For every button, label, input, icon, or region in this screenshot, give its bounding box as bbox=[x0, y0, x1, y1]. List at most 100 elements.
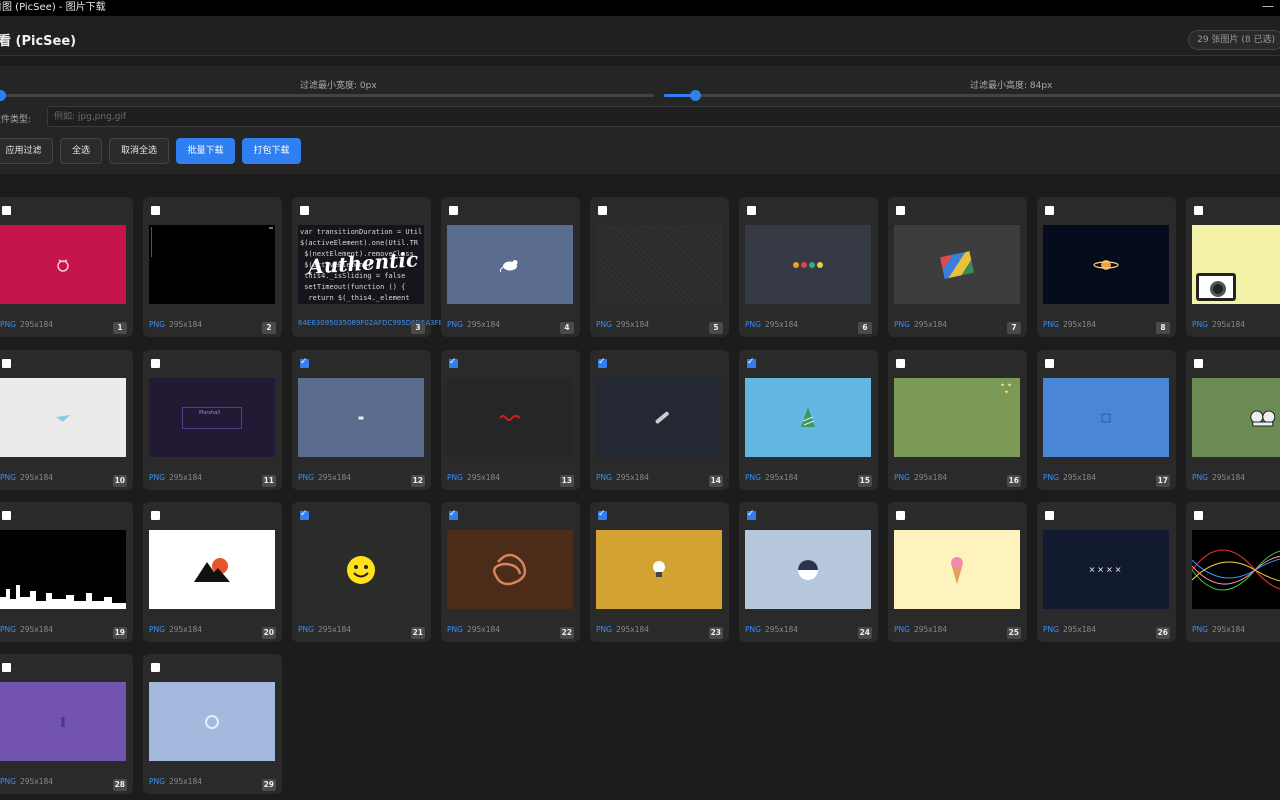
select-checkbox[interactable] bbox=[747, 509, 756, 520]
image-thumbnail[interactable] bbox=[894, 530, 1020, 609]
image-thumbnail[interactable] bbox=[596, 530, 722, 609]
select-checkbox[interactable] bbox=[1045, 359, 1054, 368]
select-checkbox[interactable] bbox=[151, 206, 160, 215]
image-thumbnail[interactable] bbox=[447, 378, 573, 457]
image-card[interactable]: PNG295x184 24 bbox=[739, 502, 878, 642]
select-checkbox[interactable] bbox=[2, 359, 11, 368]
image-thumbnail[interactable] bbox=[1192, 378, 1280, 457]
image-thumbnail[interactable] bbox=[0, 530, 126, 609]
image-card[interactable]: PNG295x184 15 bbox=[739, 350, 878, 490]
image-thumbnail[interactable] bbox=[745, 378, 871, 457]
select-checkbox[interactable] bbox=[151, 663, 160, 672]
apply-filter-button[interactable]: 应用过滤 bbox=[0, 138, 53, 164]
min-width-slider-thumb[interactable] bbox=[0, 90, 6, 101]
image-thumbnail[interactable] bbox=[0, 225, 126, 304]
deselect-all-button[interactable]: 取消全选 bbox=[109, 138, 169, 164]
image-thumbnail[interactable] bbox=[894, 225, 1020, 304]
select-checkbox[interactable] bbox=[896, 206, 905, 215]
select-checkbox[interactable] bbox=[2, 511, 11, 520]
image-card[interactable]: PNG 295x184 5 bbox=[590, 197, 729, 337]
min-width-slider[interactable] bbox=[0, 90, 654, 101]
select-checkbox[interactable] bbox=[598, 206, 607, 215]
image-thumbnail[interactable] bbox=[596, 378, 722, 457]
image-card[interactable]: ✦ ✦ ✦ PNG 295x184 16 bbox=[888, 350, 1027, 490]
image-thumbnail[interactable] bbox=[1043, 378, 1169, 457]
select-checkbox[interactable] bbox=[896, 359, 905, 368]
image-thumbnail[interactable] bbox=[596, 225, 722, 304]
image-card[interactable]: ✕✕✕✕ PNG 295x184 26 bbox=[1037, 502, 1176, 642]
image-card[interactable]: PNG 295x184 25 bbox=[888, 502, 1027, 642]
image-card[interactable]: PNG295x184 14 bbox=[590, 350, 729, 490]
image-card[interactable]: PNG 295x184 17 bbox=[1037, 350, 1176, 490]
select-checkbox[interactable] bbox=[449, 357, 458, 368]
image-thumbnail[interactable] bbox=[149, 682, 275, 761]
image-card[interactable]: PNG 295x184 19 bbox=[0, 502, 133, 642]
image-thumbnail[interactable] bbox=[149, 225, 275, 304]
image-card[interactable]: PNG295x184 13 bbox=[441, 350, 580, 490]
image-dimensions: 295x184 bbox=[317, 473, 352, 482]
image-card[interactable]: PNG295x184 23 bbox=[590, 502, 729, 642]
select-checkbox[interactable] bbox=[151, 359, 160, 368]
image-card[interactable]: PNG 295x184 29 bbox=[143, 654, 282, 794]
minimize-icon[interactable]: — bbox=[1262, 0, 1274, 14]
batch-download-button[interactable]: 批量下载 bbox=[176, 138, 235, 164]
select-all-button[interactable]: 全选 bbox=[60, 138, 102, 164]
image-card[interactable]: PNG295x184 21 bbox=[292, 502, 431, 642]
select-checkbox[interactable] bbox=[1194, 511, 1203, 520]
image-thumbnail[interactable]: ✕✕✕✕ bbox=[1043, 530, 1169, 609]
select-checkbox[interactable] bbox=[598, 509, 607, 520]
image-thumbnail[interactable] bbox=[1043, 225, 1169, 304]
image-card[interactable]: PNG295x1849 bbox=[1186, 197, 1280, 337]
select-checkbox[interactable] bbox=[300, 509, 309, 520]
image-thumbnail[interactable] bbox=[1192, 530, 1280, 609]
image-thumbnail[interactable] bbox=[0, 682, 126, 761]
image-card[interactable]: Marshall PNG 295x184 11 bbox=[143, 350, 282, 490]
image-thumbnail[interactable]: Marshall bbox=[149, 378, 275, 457]
image-card[interactable]: PNG 295x184 20 bbox=[143, 502, 282, 642]
image-card[interactable]: PNG 295x184 8 bbox=[1037, 197, 1176, 337]
image-card[interactable]: PNG295x18418 bbox=[1186, 350, 1280, 490]
select-checkbox[interactable] bbox=[300, 357, 309, 368]
image-card[interactable]: PNG295x184 22 bbox=[441, 502, 580, 642]
select-checkbox[interactable] bbox=[747, 206, 756, 215]
image-thumbnail[interactable] bbox=[298, 378, 424, 457]
image-card[interactable]: var transitionDuration = Util $(activeEle… bbox=[292, 197, 443, 337]
image-thumbnail[interactable]: var transitionDuration = Util $(activeEle… bbox=[298, 225, 424, 304]
select-checkbox[interactable] bbox=[598, 357, 607, 368]
image-thumbnail[interactable] bbox=[745, 225, 871, 304]
image-thumbnail[interactable]: ✦ ✦ ✦ bbox=[894, 378, 1020, 457]
select-checkbox[interactable] bbox=[449, 509, 458, 520]
image-card[interactable]: PNG 295x184 2 bbox=[143, 197, 282, 337]
select-checkbox[interactable] bbox=[747, 357, 756, 368]
image-thumbnail[interactable] bbox=[745, 530, 871, 609]
image-card[interactable]: PNG 295x184 10 bbox=[0, 350, 133, 490]
image-card[interactable]: PNG 295x184 7 bbox=[888, 197, 1027, 337]
select-checkbox[interactable] bbox=[1045, 511, 1054, 520]
select-checkbox[interactable] bbox=[896, 511, 905, 520]
select-checkbox[interactable] bbox=[2, 663, 11, 672]
image-thumbnail[interactable] bbox=[149, 530, 275, 609]
zip-download-button[interactable]: 打包下载 bbox=[242, 138, 301, 164]
image-thumbnail[interactable] bbox=[0, 378, 126, 457]
image-thumbnail[interactable] bbox=[447, 530, 573, 609]
select-checkbox[interactable] bbox=[151, 511, 160, 520]
select-checkbox[interactable] bbox=[449, 206, 458, 215]
image-card[interactable]: PNG 295x184 1 bbox=[0, 197, 133, 337]
select-checkbox[interactable] bbox=[300, 206, 309, 215]
image-card[interactable]: PNG295x18427 bbox=[1186, 502, 1280, 642]
select-checkbox[interactable] bbox=[1045, 206, 1054, 215]
min-height-slider[interactable] bbox=[664, 90, 1280, 101]
image-card[interactable]: PNG 295x184 28 bbox=[0, 654, 133, 794]
image-card[interactable]: PNG 295x184 6 bbox=[739, 197, 878, 337]
image-thumbnail[interactable] bbox=[447, 225, 573, 304]
image-thumbnail[interactable] bbox=[1192, 225, 1280, 304]
image-card[interactable]: PNG295x184 12 bbox=[292, 350, 431, 490]
select-checkbox[interactable] bbox=[2, 206, 11, 215]
image-card[interactable]: PNG 295x184 4 bbox=[441, 197, 580, 337]
file-type-input[interactable] bbox=[47, 106, 1280, 127]
select-checkbox[interactable] bbox=[1194, 206, 1203, 215]
min-height-slider-thumb[interactable] bbox=[690, 90, 701, 101]
image-thumbnail[interactable] bbox=[298, 530, 424, 609]
select-checkbox[interactable] bbox=[1194, 359, 1203, 368]
image-meta: PNG 295x184 bbox=[149, 625, 202, 634]
